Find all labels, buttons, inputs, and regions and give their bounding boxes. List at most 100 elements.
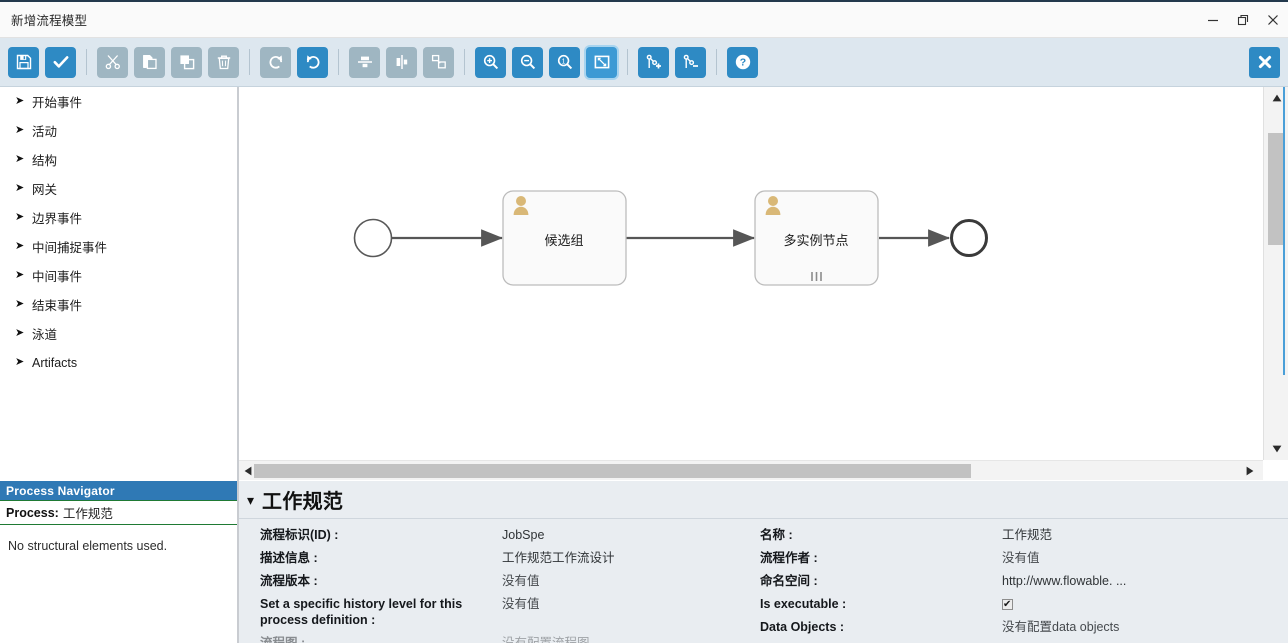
process-navigator-header: Process Navigator bbox=[0, 481, 237, 500]
chevron-right-icon: ➤ bbox=[15, 240, 25, 252]
palette-group-structural[interactable]: ➤ 结构 bbox=[0, 145, 237, 174]
save-button[interactable] bbox=[8, 46, 39, 78]
svg-text:1: 1 bbox=[561, 58, 565, 65]
validate-button[interactable] bbox=[45, 46, 76, 78]
property-value[interactable]: 没有值 bbox=[502, 596, 540, 612]
navigator-empty-message: No structural elements used. bbox=[8, 539, 168, 553]
property-value[interactable]: 没有配置流程图 ... bbox=[502, 635, 603, 643]
chevron-down-icon[interactable]: ▾ bbox=[247, 493, 254, 507]
property-row-process-diagram: 流程图 : 没有配置流程图 ... bbox=[260, 635, 770, 643]
redo-button[interactable] bbox=[260, 46, 291, 78]
palette-group-artifacts[interactable]: ➤ Artifacts bbox=[0, 348, 237, 377]
properties-left-column: 流程标识(ID) : JobSpe 描述信息 : 工作规范工作流设计 流程版本 … bbox=[260, 527, 770, 643]
shape-palette: ➤ 开始事件 ➤ 活动 ➤ 结构 ➤ 网关 ➤ 边界事件 ➤ 中间捕捉事件 ➤ … bbox=[0, 87, 237, 481]
add-bendpoint-button[interactable] bbox=[638, 46, 669, 78]
maximize-button[interactable] bbox=[1228, 5, 1258, 35]
window-title: 新增流程模型 bbox=[11, 14, 88, 28]
navigator-process-name: 工作规范 bbox=[62, 507, 113, 521]
main-toolbar: 1 ? bbox=[0, 38, 1288, 87]
chevron-right-icon: ➤ bbox=[15, 124, 25, 136]
navigator-process-prefix: Process: bbox=[6, 505, 59, 520]
properties-grid: 流程标识(ID) : JobSpe 描述信息 : 工作规范工作流设计 流程版本 … bbox=[239, 519, 1288, 643]
palette-group-end-events[interactable]: ➤ 结束事件 bbox=[0, 290, 237, 319]
toolbar-separator-3 bbox=[338, 49, 339, 75]
toolbar-separator-5 bbox=[627, 49, 628, 75]
remove-bendpoint-button[interactable] bbox=[675, 46, 706, 78]
toolbar-separator-4 bbox=[464, 49, 465, 75]
close-button[interactable] bbox=[1258, 5, 1288, 35]
palette-item-label: 中间捕捉事件 bbox=[32, 241, 108, 255]
delete-button[interactable] bbox=[208, 46, 239, 78]
chevron-right-icon: ➤ bbox=[15, 95, 25, 107]
cut-button[interactable] bbox=[97, 46, 128, 78]
palette-group-start-events[interactable]: ➤ 开始事件 bbox=[0, 87, 237, 116]
palette-item-label: Artifacts bbox=[32, 355, 78, 370]
property-value[interactable]: 没有值 bbox=[1002, 550, 1040, 566]
align-horizontal-button[interactable] bbox=[386, 46, 417, 78]
zoom-in-button[interactable] bbox=[475, 46, 506, 78]
properties-section-title: 工作规范 bbox=[262, 491, 344, 513]
help-button[interactable]: ? bbox=[727, 46, 758, 78]
property-row-description: 描述信息 : 工作规范工作流设计 bbox=[260, 550, 770, 566]
palette-item-label: 网关 bbox=[32, 183, 58, 197]
zoom-out-button[interactable] bbox=[512, 46, 543, 78]
property-key: 流程版本 : bbox=[260, 574, 318, 588]
canvas-horizontal-scrollbar[interactable] bbox=[239, 460, 1263, 480]
properties-section-header[interactable]: ▾ 工作规范 bbox=[239, 481, 1288, 519]
same-size-button[interactable] bbox=[423, 46, 454, 78]
palette-group-boundary-events[interactable]: ➤ 边界事件 bbox=[0, 203, 237, 232]
property-value[interactable]: 没有值 bbox=[502, 573, 540, 589]
palette-item-label: 结束事件 bbox=[32, 299, 83, 313]
property-value[interactable]: 工作规范工作流设计 bbox=[502, 550, 615, 566]
bpmn-canvas[interactable]: 候选组 多实例节点 bbox=[239, 87, 1262, 460]
property-key: 流程图 : bbox=[260, 636, 306, 643]
undo-button[interactable] bbox=[297, 46, 328, 78]
property-value[interactable]: JobSpe bbox=[502, 527, 544, 543]
chevron-right-icon: ➤ bbox=[15, 182, 25, 194]
properties-right-column: 名称 : 工作规范 流程作者 : 没有值 命名空间 : http://www.f… bbox=[760, 527, 1280, 643]
end-event-shape bbox=[950, 219, 988, 257]
close-editor-button[interactable] bbox=[1249, 46, 1280, 78]
property-row-process-version: 流程版本 : 没有值 bbox=[260, 573, 770, 589]
canvas-right-edge-highlight bbox=[1283, 87, 1285, 375]
is-executable-checkbox[interactable] bbox=[1002, 597, 1013, 613]
palette-item-label: 结构 bbox=[32, 154, 58, 168]
palette-group-gateways[interactable]: ➤ 网关 bbox=[0, 174, 237, 203]
toolbar-separator-2 bbox=[249, 49, 250, 75]
navigator-selected-process[interactable]: Process: 工作规范 bbox=[0, 500, 237, 525]
property-key: 流程标识(ID) : bbox=[260, 528, 339, 542]
zoom-fit-button[interactable] bbox=[586, 46, 617, 78]
align-vertical-button[interactable] bbox=[349, 46, 380, 78]
chevron-right-icon: ➤ bbox=[15, 327, 25, 339]
palette-item-label: 中间事件 bbox=[32, 270, 83, 284]
palette-item-label: 开始事件 bbox=[32, 96, 83, 110]
palette-group-catching-events[interactable]: ➤ 中间捕捉事件 bbox=[0, 232, 237, 261]
property-key: Set a specific history level for this pr… bbox=[260, 597, 463, 627]
toolbar-separator-6 bbox=[716, 49, 717, 75]
user-task-2-label: 多实例节点 bbox=[783, 233, 849, 248]
palette-group-activities[interactable]: ➤ 活动 bbox=[0, 116, 237, 145]
title-bar: 新增流程模型 bbox=[0, 2, 1288, 38]
horizontal-scroll-thumb[interactable] bbox=[254, 464, 971, 478]
property-value[interactable]: http://www.flowable. ... bbox=[1002, 573, 1126, 589]
property-row-name: 名称 : 工作规范 bbox=[760, 527, 1280, 543]
chevron-right-icon: ➤ bbox=[15, 211, 25, 223]
properties-panel: ▾ 工作规范 流程标识(ID) : JobSpe 描述信息 : 工作规范工作流设… bbox=[239, 481, 1288, 643]
paste-button[interactable] bbox=[171, 46, 202, 78]
bpmn-diagram-svg bbox=[353, 190, 988, 286]
zoom-actual-button[interactable]: 1 bbox=[549, 46, 580, 78]
property-value[interactable]: 工作规范 bbox=[1002, 527, 1052, 543]
property-key: Data Objects : bbox=[760, 620, 845, 634]
palette-item-label: 边界事件 bbox=[32, 212, 83, 226]
palette-group-swimlanes[interactable]: ➤ 泳道 bbox=[0, 319, 237, 348]
process-modeler-window: 新增流程模型 1 ? ➤ 开始事件 ➤ 活动 ➤ 结构 ➤ 网关 ➤ 边界事件 … bbox=[0, 0, 1288, 643]
minimize-button[interactable] bbox=[1198, 5, 1228, 35]
property-value[interactable]: 没有配置data objects bbox=[1002, 619, 1119, 635]
chevron-right-icon: ➤ bbox=[15, 298, 25, 310]
scroll-right-arrow-icon[interactable] bbox=[1241, 461, 1259, 480]
property-key: Is executable : bbox=[760, 597, 847, 611]
property-row-is-executable: Is executable : bbox=[760, 596, 1280, 613]
scroll-down-arrow-icon[interactable] bbox=[1264, 438, 1288, 460]
copy-button[interactable] bbox=[134, 46, 165, 78]
palette-group-intermediate-events[interactable]: ➤ 中间事件 bbox=[0, 261, 237, 290]
